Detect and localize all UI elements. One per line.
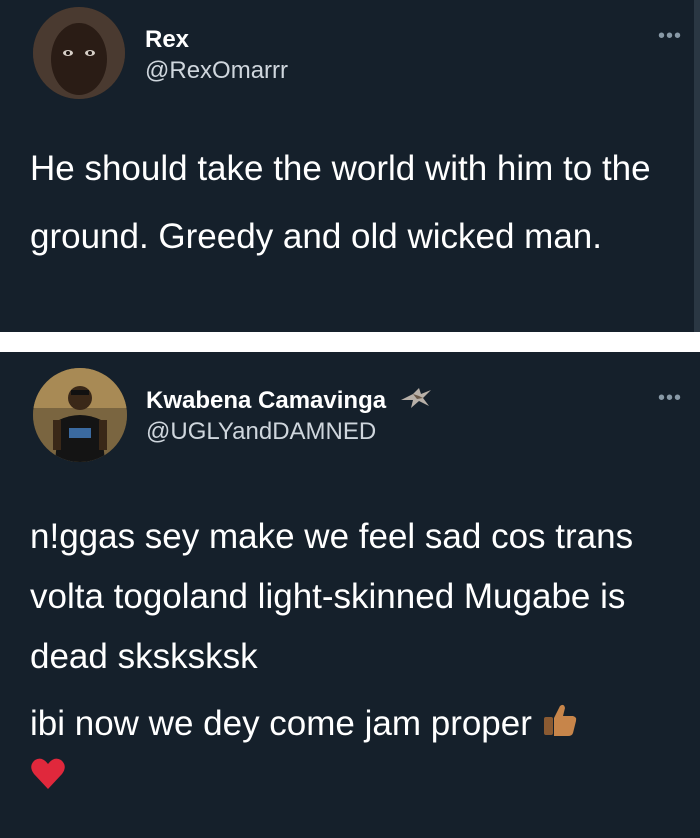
user-handle[interactable]: @RexOmarrr [145, 57, 288, 85]
red-heart-icon [30, 754, 66, 806]
more-horizontal-icon[interactable]: ••• [658, 388, 682, 408]
avatar[interactable] [33, 7, 125, 99]
tweet-text: ibi now we dey come jam proper [30, 704, 532, 743]
avatar-image [33, 368, 127, 462]
more-horizontal-icon[interactable]: ••• [658, 26, 682, 46]
tweet-card[interactable]: Kwabena Camavinga @UGLYandDAMNED ••• n!g… [0, 352, 700, 838]
avatar-image [33, 7, 125, 99]
tweet-text: He should take the world with him to the… [30, 149, 651, 256]
bird-of-prey-icon [399, 386, 433, 417]
tweet-text: n!ggas sey make we feel sad cos trans vo… [30, 517, 634, 676]
scrollbar [694, 0, 700, 332]
display-name[interactable]: Kwabena Camavinga [146, 387, 386, 414]
tweet-text-line: ibi now we dey come jam proper [30, 698, 670, 806]
display-name[interactable]: Rex [145, 26, 189, 54]
thumbs-up-icon [542, 700, 578, 752]
tweet-card[interactable]: Rex @RexOmarrr ••• He should take the wo… [0, 0, 700, 332]
display-name-row[interactable]: Kwabena Camavinga [146, 386, 433, 417]
user-handle[interactable]: @UGLYandDAMNED [146, 418, 376, 446]
avatar[interactable] [33, 368, 127, 462]
